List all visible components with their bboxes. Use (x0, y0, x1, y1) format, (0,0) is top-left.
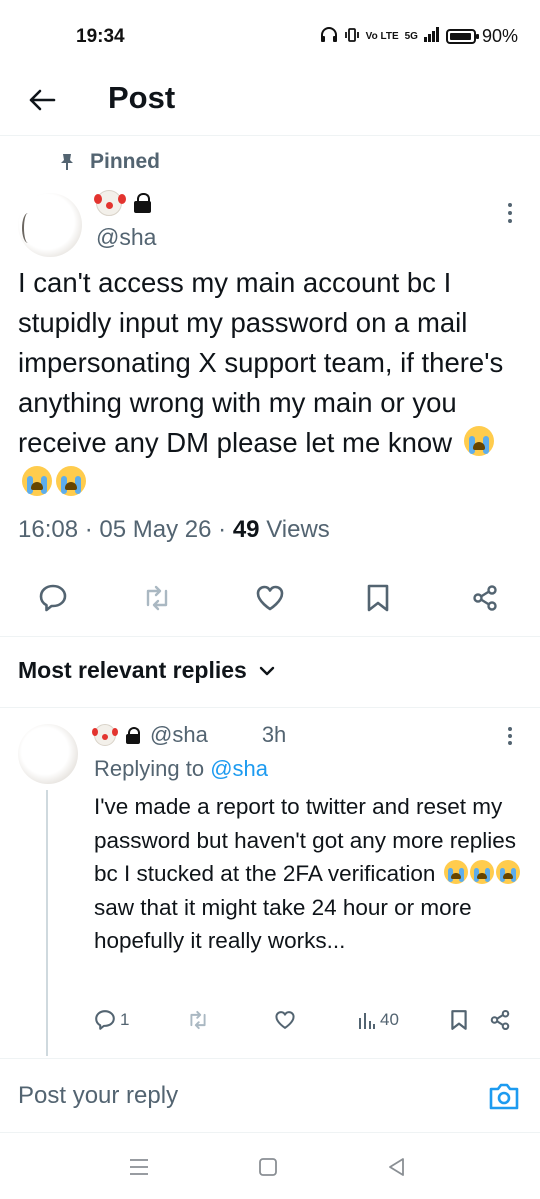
author-handle[interactable]: @sha (96, 224, 156, 251)
lock-icon (126, 726, 140, 744)
divider (0, 707, 540, 708)
reply-reply-button[interactable]: 1 (94, 1006, 129, 1034)
post-text: I can't access my main account bc I stup… (18, 263, 523, 503)
repost-button[interactable] (141, 582, 173, 614)
divider (0, 1132, 540, 1133)
reply-share-button[interactable] (489, 1006, 511, 1034)
reply-view-count: 40 (380, 1010, 399, 1029)
arrow-left-icon (29, 89, 56, 111)
replying-to: Replying to @sha (94, 756, 268, 782)
meta-separator: · (84, 516, 100, 543)
menu-lines-icon (130, 1159, 148, 1175)
divider (0, 1058, 540, 1059)
bookmark-icon (451, 1010, 467, 1030)
camera-icon (489, 1083, 519, 1110)
views-count[interactable]: 49 (233, 516, 260, 543)
status-time: 19:34 (76, 26, 125, 47)
post-meta: 16:08 · 05 May 26 · 49 Views (18, 516, 330, 544)
reply-more-options-button[interactable] (500, 726, 520, 746)
pinned-label: Pinned (90, 150, 161, 173)
post-time: 16:08 (18, 516, 79, 543)
sob-emoji-icon (469, 860, 494, 884)
chevron-down-icon (259, 666, 275, 675)
post-body: I can't access my main account bc I stup… (18, 267, 504, 458)
reply-author-handle[interactable]: @sha (150, 722, 208, 748)
author-avatar[interactable] (18, 193, 82, 257)
reply-time: 3h (261, 722, 287, 747)
headphones-icon (320, 26, 338, 47)
bookmark-button[interactable] (362, 582, 394, 614)
heart-icon (256, 585, 284, 611)
more-options-button[interactable] (498, 202, 522, 226)
replies-sort-label: Most relevant replies (18, 657, 247, 683)
more-vertical-icon (508, 727, 512, 745)
repost-icon (190, 1010, 206, 1030)
share-icon (490, 1009, 510, 1031)
bookmark-icon (367, 584, 389, 612)
replying-to-label: Replying to (94, 756, 205, 781)
top-bar: Post (0, 70, 540, 136)
home-button[interactable] (255, 1154, 281, 1180)
sob-emoji-icon (56, 466, 86, 496)
status-icons: Vo LTE 5G 90% (320, 26, 518, 47)
pin-icon (61, 154, 73, 170)
clown-face-icon (92, 724, 116, 746)
repost-icon (146, 585, 168, 611)
reply-body-part2: saw that it might take 24 hour or more h… (94, 894, 472, 954)
clown-face-icon (94, 190, 122, 216)
pinned-indicator: Pinned (60, 150, 160, 174)
lock-icon (134, 193, 151, 213)
divider (0, 636, 540, 637)
author-display-name[interactable] (94, 190, 151, 216)
back-button[interactable] (22, 80, 62, 120)
status-bar: 19:34 Vo LTE 5G 90% (0, 0, 540, 70)
sob-emoji-icon (463, 426, 494, 456)
like-button[interactable] (254, 582, 286, 614)
more-vertical-icon (508, 203, 512, 223)
share-icon (473, 585, 497, 611)
reply-count: 1 (120, 1010, 130, 1029)
sob-emoji-icon (443, 860, 468, 884)
square-icon (259, 1158, 277, 1176)
page-title: Post (108, 80, 176, 115)
comment-icon (39, 584, 67, 612)
views-label[interactable]: Views (266, 516, 330, 543)
sob-emoji-icon (495, 860, 520, 884)
battery-icon (445, 29, 479, 44)
reply-views-button[interactable]: 40 (358, 1006, 399, 1034)
share-button[interactable] (469, 582, 501, 614)
sob-emoji-icon (22, 466, 52, 496)
battery-level: 90% (481, 26, 518, 46)
triangle-back-icon (389, 1158, 404, 1176)
reply-author-avatar[interactable] (18, 724, 78, 784)
reply-button[interactable] (37, 582, 69, 614)
system-nav-bar (0, 1146, 540, 1186)
post-date: 05 May 26 (99, 516, 212, 543)
reply-header: @sha 3h (92, 722, 287, 748)
volte-indicator: Vo LTE (365, 31, 399, 42)
replying-to-mention[interactable]: @sha (210, 756, 268, 781)
reply-repost-button[interactable] (187, 1006, 209, 1034)
meta-separator: · (218, 516, 233, 543)
replies-sort-dropdown[interactable]: Most relevant replies (18, 657, 275, 684)
back-nav-button[interactable] (384, 1154, 410, 1180)
camera-button[interactable] (486, 1078, 522, 1114)
reply-bookmark-button[interactable] (450, 1006, 468, 1034)
comment-icon (95, 1010, 115, 1030)
signal-icon (423, 27, 440, 46)
vibrate-icon (344, 27, 360, 47)
recent-apps-button[interactable] (126, 1154, 152, 1180)
reply-text: I've made a report to twitter and reset … (94, 790, 524, 958)
heart-icon (275, 1011, 295, 1029)
reply-input[interactable]: Post your reply (18, 1082, 178, 1110)
reply-like-button[interactable] (274, 1006, 296, 1034)
post-actions (0, 582, 540, 618)
analytics-icon (359, 1013, 375, 1029)
network-type: 5G (404, 31, 418, 42)
reply-actions: 1 40 (0, 1006, 540, 1036)
